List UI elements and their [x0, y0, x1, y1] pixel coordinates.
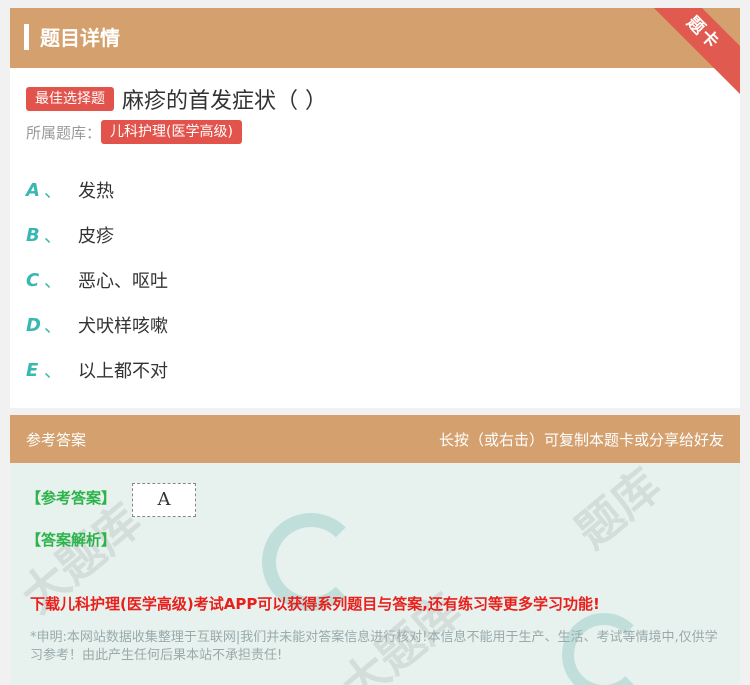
header-accent-bar: [24, 24, 29, 50]
download-app-link[interactable]: 下载儿科护理(医学高级)考试APP可以获得系列题目与答案,还有练习等更多学习功能…: [30, 593, 600, 614]
option-separator: 、: [44, 181, 62, 202]
option-d[interactable]: D 、 犬吠样咳嗽: [26, 312, 168, 338]
option-text: 以上都不对: [78, 361, 168, 382]
option-b[interactable]: B 、 皮疹: [26, 222, 114, 248]
option-letter: E: [26, 359, 39, 381]
disclaimer-text: *申明:本网站数据收集整理于互联网|我们并未能对答案信息进行核对!本信息不能用于…: [30, 630, 718, 663]
option-e[interactable]: E 、 以上都不对: [26, 357, 168, 383]
question-bank-line: 所属题库： 儿科护理(医学高级): [26, 120, 242, 144]
question-type-tag: 最佳选择题: [26, 87, 114, 111]
option-letter: B: [26, 224, 40, 246]
bank-tag[interactable]: 儿科护理(医学高级): [101, 120, 242, 144]
question-card: 题目详情 题卡 最佳选择题 麻疹的首发症状（ ） 所属题库： 儿科护理(医学高级…: [10, 8, 740, 408]
answer-label: 【参考答案】: [26, 489, 117, 507]
question-line: 最佳选择题 麻疹的首发症状（ ）: [26, 83, 327, 115]
ribbon-badge: 题卡: [637, 8, 740, 99]
option-text: 皮疹: [78, 226, 114, 247]
page-title: 题目详情: [40, 26, 120, 50]
answer-body: 大题库 大题库 题库 【参考答案】 A 【答案解析】 下载儿科护理(医学高级)考…: [10, 463, 740, 685]
answer-value-image: A: [132, 483, 196, 517]
option-separator: 、: [44, 226, 62, 247]
option-text: 发热: [78, 181, 114, 202]
bank-label: 所属题库：: [26, 123, 102, 142]
option-letter: A: [26, 179, 40, 201]
option-letter: D: [26, 314, 41, 336]
share-hint: 长按（或右击）可复制本题卡或分享给好友: [438, 431, 724, 449]
option-separator: 、: [44, 361, 62, 382]
analysis-label: 【答案解析】: [26, 531, 117, 549]
option-c[interactable]: C 、 恶心、呕吐: [26, 267, 168, 293]
card-header: 题目详情 题卡: [10, 8, 740, 99]
watermark-icon: 题库: [565, 463, 671, 559]
option-separator: 、: [44, 271, 62, 292]
option-separator: 、: [44, 316, 62, 337]
question-text: 麻疹的首发症状（ ）: [122, 89, 327, 114]
option-text: 犬吠样咳嗽: [78, 316, 168, 337]
answer-header: 参考答案 长按（或右击）可复制本题卡或分享给好友: [10, 415, 740, 463]
option-a[interactable]: A 、 发热: [26, 177, 114, 203]
option-letter: C: [26, 269, 40, 291]
answer-section-title: 参考答案: [26, 431, 87, 449]
option-text: 恶心、呕吐: [78, 271, 168, 292]
